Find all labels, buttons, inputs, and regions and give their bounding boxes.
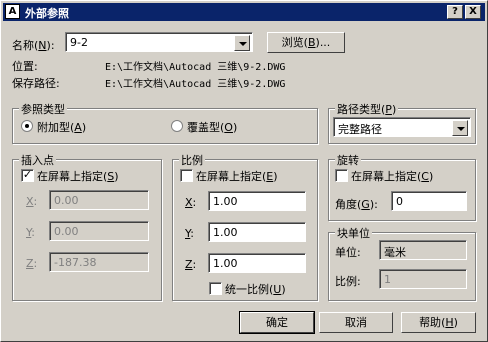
scale-title: 比例 [179,152,205,168]
autocad-app-icon: A [5,4,20,19]
rotation-group: 旋转 在屏幕上指定(C) 角度(G): 0 [328,152,476,221]
location-label: 位置: [12,60,38,73]
insertion-point-title: 插入点 [19,152,56,168]
block-scale-value: 1 [384,273,391,286]
dropdown-arrow-icon[interactable] [452,120,468,136]
overlay-label[interactable]: 覆盖型(O) [187,119,237,135]
close-icon[interactable]: X [465,5,481,19]
scale-specify-checkbox[interactable] [180,169,193,182]
angle-label: 角度(G): [335,198,378,211]
block-scale-field: 1 [379,269,467,289]
xref-dialog: A 外部参照 ? X 名称(N): 9-2 浏览(B)... 位置: E:\工作… [0,0,488,342]
rotation-specify-label[interactable]: 在屏幕上指定(C) [351,168,433,184]
unit-field: 毫米 [379,240,467,260]
scale-z-label: Z: [185,258,197,271]
reference-type-group: 参照类型 附加型(A) 覆盖型(O) [12,101,318,144]
reference-type-title: 参照类型 [19,101,67,117]
browse-button[interactable]: 浏览(B)... [267,32,345,53]
insertion-x-label: X: [26,195,38,208]
insertion-specify-checkbox[interactable]: ✓ [21,169,34,182]
block-scale-label: 比例: [335,275,361,288]
help-icon[interactable]: ? [447,5,463,19]
saved-path-label: 保存路径: [12,77,60,90]
angle-value: 0 [396,195,403,208]
scale-x-label: X: [185,196,197,209]
scale-x-field[interactable]: 1.00 [208,191,306,211]
block-unit-group: 块单位 单位: 毫米 比例: 1 [328,225,476,301]
unit-label: 单位: [335,246,361,259]
scale-y-field[interactable]: 1.00 [208,222,306,242]
angle-field[interactable]: 0 [391,191,467,211]
title-bar[interactable]: A 外部参照 ? X [3,3,485,21]
insertion-point-group: 插入点 ✓ 在屏幕上指定(S) X: 0.00 Y: 0.00 Z: -187.… [12,152,162,301]
path-type-value: 完整路径 [338,123,382,136]
scale-z-value: 1.00 [213,257,238,270]
scale-z-field[interactable]: 1.00 [208,253,306,273]
block-unit-title: 块单位 [335,225,372,241]
rotation-title: 旋转 [335,152,361,168]
cancel-button[interactable]: 取消 [319,312,393,333]
scale-group: 比例 在屏幕上指定(E) X: 1.00 Y: 1.00 Z: 1.00 统一比… [172,152,318,301]
insertion-z-value: -187.38 [54,256,97,269]
ok-button[interactable]: 确定 [239,311,315,334]
insertion-specify-label[interactable]: 在屏幕上指定(S) [37,168,119,184]
name-value: 9-2 [70,36,88,49]
location-value: E:\工作文档\Autocad 三维\9-2.DWG [105,62,286,73]
insertion-y-value: 0.00 [54,225,79,238]
checkmark-icon: ✓ [22,168,33,181]
uniform-scale-checkbox[interactable] [209,282,222,295]
scale-y-value: 1.00 [213,226,238,239]
unit-value: 毫米 [384,246,406,259]
name-label: 名称(N): [12,39,55,52]
insertion-x-field[interactable]: 0.00 [49,190,149,210]
dialog-title: 外部参照 [25,7,69,20]
scale-x-value: 1.00 [213,195,238,208]
path-type-combo[interactable]: 完整路径 [333,117,471,137]
path-type-group: 路径类型(P) 完整路径 [328,101,476,144]
insertion-y-label: Y: [26,226,35,239]
dropdown-arrow-icon[interactable] [234,35,250,51]
insertion-x-value: 0.00 [54,194,79,207]
attach-label[interactable]: 附加型(A) [37,119,86,135]
rotation-specify-checkbox[interactable] [335,169,348,182]
uniform-scale-label[interactable]: 统一比例(U) [225,281,286,297]
help-button[interactable]: 帮助(H) [401,312,476,333]
scale-specify-label[interactable]: 在屏幕上指定(E) [196,168,278,184]
scale-y-label: Y: [185,227,194,240]
saved-path-value: E:\工作文档\Autocad 三维\9-2.DWG [105,79,286,90]
name-combo[interactable]: 9-2 [65,32,253,52]
insertion-z-field[interactable]: -187.38 [49,252,149,272]
insertion-z-label: Z: [26,257,38,270]
overlay-radio-icon[interactable] [171,120,183,132]
attach-radio-icon[interactable] [21,120,33,132]
path-type-title: 路径类型(P) [335,101,399,117]
insertion-y-field[interactable]: 0.00 [49,221,149,241]
